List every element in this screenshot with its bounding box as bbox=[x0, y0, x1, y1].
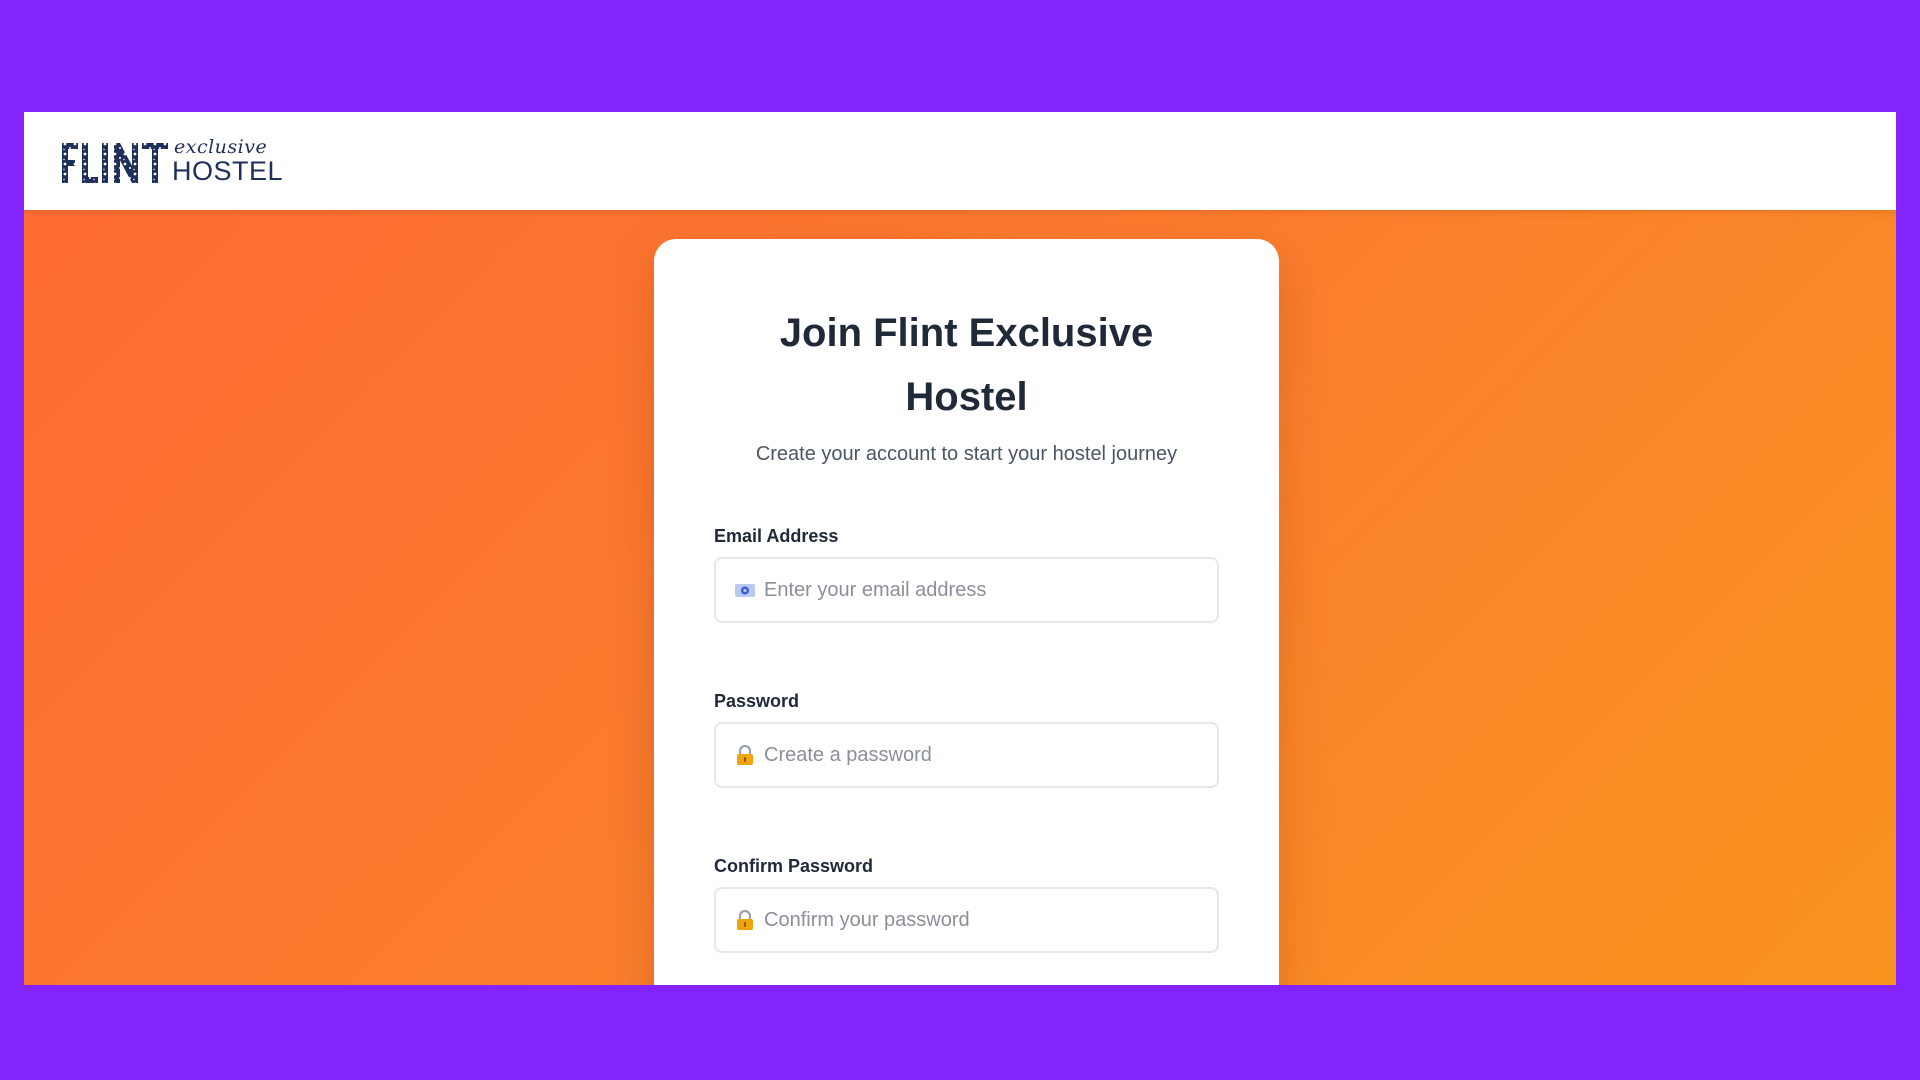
logo-word-text: HOSTEL bbox=[172, 156, 284, 186]
email-label: Email Address bbox=[714, 526, 839, 546]
lock-icon bbox=[737, 744, 753, 765]
flint-logo-mark bbox=[62, 143, 168, 183]
email-icon bbox=[735, 584, 755, 597]
page-title-line-2: Hostel bbox=[905, 375, 1028, 419]
confirm-password-label: Confirm Password bbox=[714, 856, 874, 876]
email-field-wrapper[interactable] bbox=[714, 557, 1219, 623]
confirm-password-input[interactable] bbox=[764, 889, 1204, 951]
page-title: Join Flint Exclusive Hostel bbox=[654, 301, 1279, 429]
password-field-wrapper[interactable] bbox=[714, 722, 1219, 788]
password-label: Password bbox=[714, 691, 800, 711]
email-input[interactable] bbox=[764, 559, 1204, 621]
app-window: exclusive HOSTEL Join Flint Exclusive Ho… bbox=[24, 112, 1896, 985]
lock-icon bbox=[737, 909, 753, 930]
page-subtitle: Create your account to start your hostel… bbox=[755, 443, 1178, 465]
confirm-password-field-wrapper[interactable] bbox=[714, 887, 1219, 953]
top-navbar: exclusive HOSTEL bbox=[24, 112, 1896, 210]
page-title-line-1: Join Flint Exclusive bbox=[779, 311, 1154, 355]
logo-script-text: exclusive bbox=[174, 136, 268, 158]
signup-card: Join Flint Exclusive Hostel Create your … bbox=[654, 239, 1279, 985]
logo-text: exclusive HOSTEL bbox=[172, 138, 283, 185]
brand-logo[interactable]: exclusive HOSTEL bbox=[62, 138, 283, 185]
password-input[interactable] bbox=[764, 724, 1204, 786]
